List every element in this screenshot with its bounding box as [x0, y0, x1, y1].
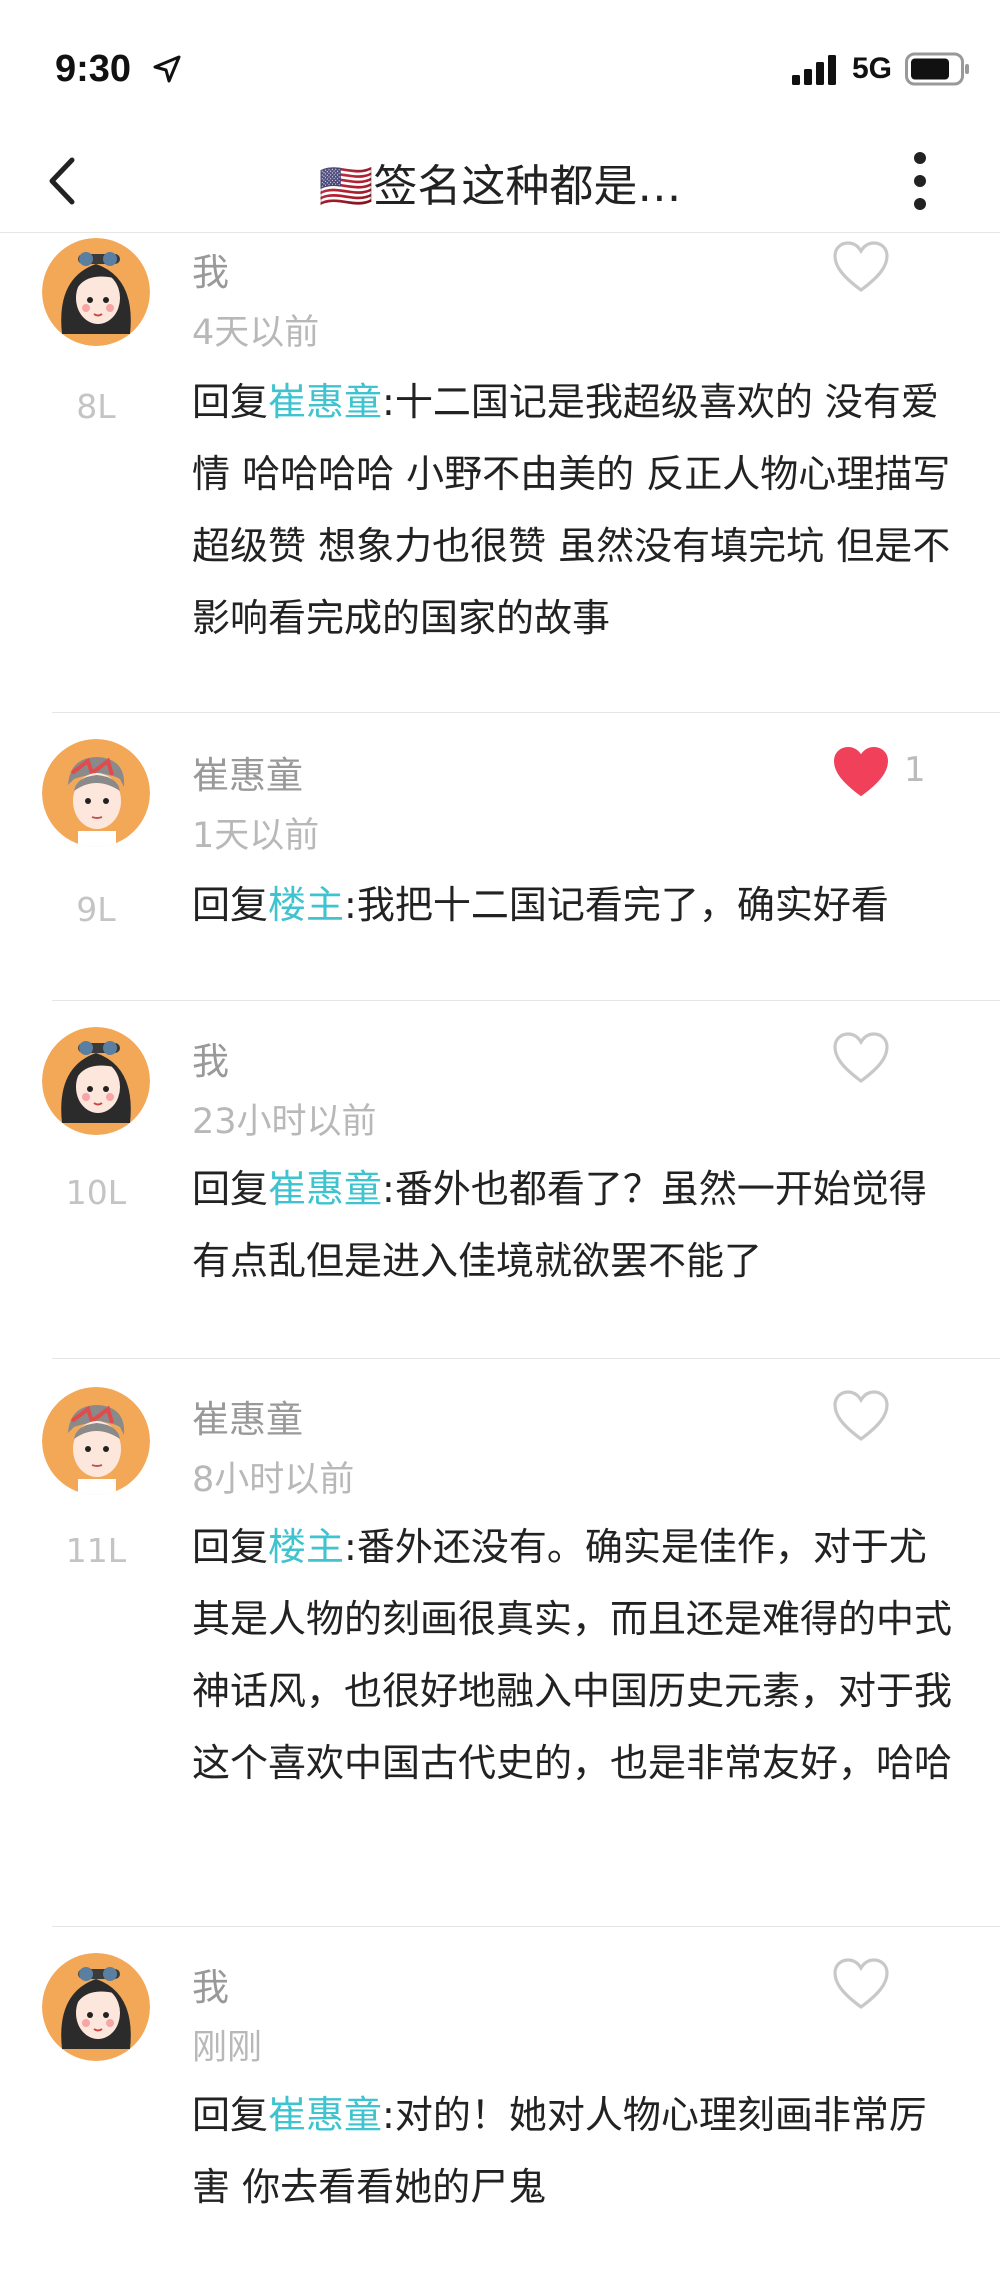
floor-number: 10L [65, 1173, 127, 1212]
comment-time: 4天以前 [192, 313, 320, 353]
heart-outline-icon[interactable] [832, 1389, 890, 1443]
battery-icon [905, 52, 969, 86]
mention-link[interactable]: 楼主 [268, 1525, 344, 1569]
avatar-boy-icon [42, 1387, 150, 1495]
floor-number: 11L [65, 1531, 127, 1570]
comment-author: 我 [192, 1040, 229, 1083]
mention-link[interactable]: 崔惠童 [268, 1167, 382, 1211]
heart-outline-icon[interactable] [832, 1957, 890, 2011]
divider [52, 1000, 1000, 1001]
comment-time: 刚刚 [192, 2028, 263, 2068]
divider [52, 712, 1000, 713]
avatar[interactable] [42, 1953, 150, 2061]
reply-prefix: 回复 [192, 1525, 269, 1569]
avatar-girl-icon [42, 238, 150, 346]
comment-body: 回复崔惠童:对的！她对人物心理刻画非常厉害 你去看看她的尸鬼 [192, 2079, 952, 2223]
floor-number: 9L [76, 890, 116, 929]
reply-prefix: 回复 [192, 1167, 269, 1211]
mention-link[interactable]: 崔惠童 [268, 380, 382, 424]
reply-prefix: 回复 [192, 380, 269, 424]
comment-time: 1天以前 [192, 816, 320, 856]
reply-prefix: 回复 [192, 2093, 269, 2137]
avatar-girl-icon [42, 1953, 150, 2061]
heart-filled-icon[interactable] [832, 745, 890, 799]
avatar[interactable] [42, 1387, 150, 1495]
comment-text: :我把十二国记看完了，确实好看 [344, 883, 889, 927]
reply-prefix: 回复 [192, 883, 269, 927]
floor-number: 8L [76, 387, 116, 426]
divider [52, 1926, 1000, 1927]
comment-time: 23小时以前 [192, 1102, 377, 1142]
comment-body: 回复楼主:我把十二国记看完了，确实好看 [192, 869, 952, 941]
avatar-girl-icon [42, 1027, 150, 1135]
mention-link[interactable]: 楼主 [268, 883, 344, 927]
comment-time: 8小时以前 [192, 1460, 355, 1500]
status-bar: 9:30 5G [0, 0, 1000, 130]
signal-bars-icon [792, 55, 836, 85]
avatar[interactable] [42, 1027, 150, 1135]
network-type: 5G [852, 52, 893, 85]
comment-body: 回复楼主:番外还没有。确实是佳作，对于尤其是人物的刻画很真实，而且还是难得的中式… [192, 1511, 952, 1799]
comment-body: 回复崔惠童:番外也都看了？虽然一开始觉得有点乱但是进入佳境就欲罢不能了 [192, 1153, 952, 1297]
page-title: 🇺🇸签名这种都是… [318, 161, 682, 212]
status-time: 9:30 [55, 48, 132, 90]
comment-author: 我 [192, 1966, 229, 2009]
more-vertical-icon[interactable] [900, 148, 940, 214]
avatar-boy-icon [42, 739, 150, 847]
avatar[interactable] [42, 739, 150, 847]
avatar[interactable] [42, 238, 150, 346]
heart-outline-icon[interactable] [832, 240, 890, 294]
nav-bar: 🇺🇸签名这种都是… [0, 130, 1000, 233]
heart-outline-icon[interactable] [832, 1031, 890, 1085]
comment-author: 我 [192, 251, 229, 294]
comment-body: 回复崔惠童:十二国记是我超级喜欢的 没有爱情 哈哈哈哈 小野不由美的 反正人物心… [192, 366, 952, 654]
comment-author: 崔惠童 [192, 1398, 303, 1441]
mention-link[interactable]: 崔惠童 [268, 2093, 382, 2137]
location-arrow-icon [153, 55, 181, 83]
comment-author: 崔惠童 [192, 754, 303, 797]
divider [52, 1358, 1000, 1359]
like-count: 1 [904, 750, 926, 790]
